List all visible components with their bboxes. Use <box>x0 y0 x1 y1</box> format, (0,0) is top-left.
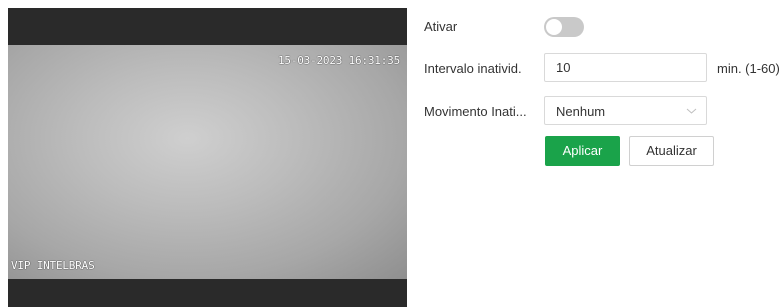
motion-select-value: Nenhum <box>556 104 606 119</box>
interval-label: Intervalo inativid. <box>424 61 522 76</box>
video-preview: 15-03-2023 16:31:35 VIP INTELBRAS <box>8 8 407 307</box>
interval-unit: min. (1-60) <box>717 61 780 76</box>
osd-channel-name: VIP INTELBRAS <box>11 259 95 272</box>
motion-label: Movimento Inati... <box>424 104 527 119</box>
chevron-down-icon <box>686 108 697 114</box>
enable-toggle[interactable] <box>544 17 584 37</box>
motion-select[interactable]: Nenhum <box>544 96 707 125</box>
camera-frame: 15-03-2023 16:31:35 VIP INTELBRAS <box>8 45 407 279</box>
toggle-knob <box>546 19 562 35</box>
osd-timestamp: 15-03-2023 16:31:35 <box>277 54 400 67</box>
apply-button[interactable]: Aplicar <box>545 136 620 166</box>
interval-input[interactable]: 10 <box>544 53 707 82</box>
enable-label: Ativar <box>424 19 458 34</box>
refresh-button[interactable]: Atualizar <box>629 136 714 166</box>
